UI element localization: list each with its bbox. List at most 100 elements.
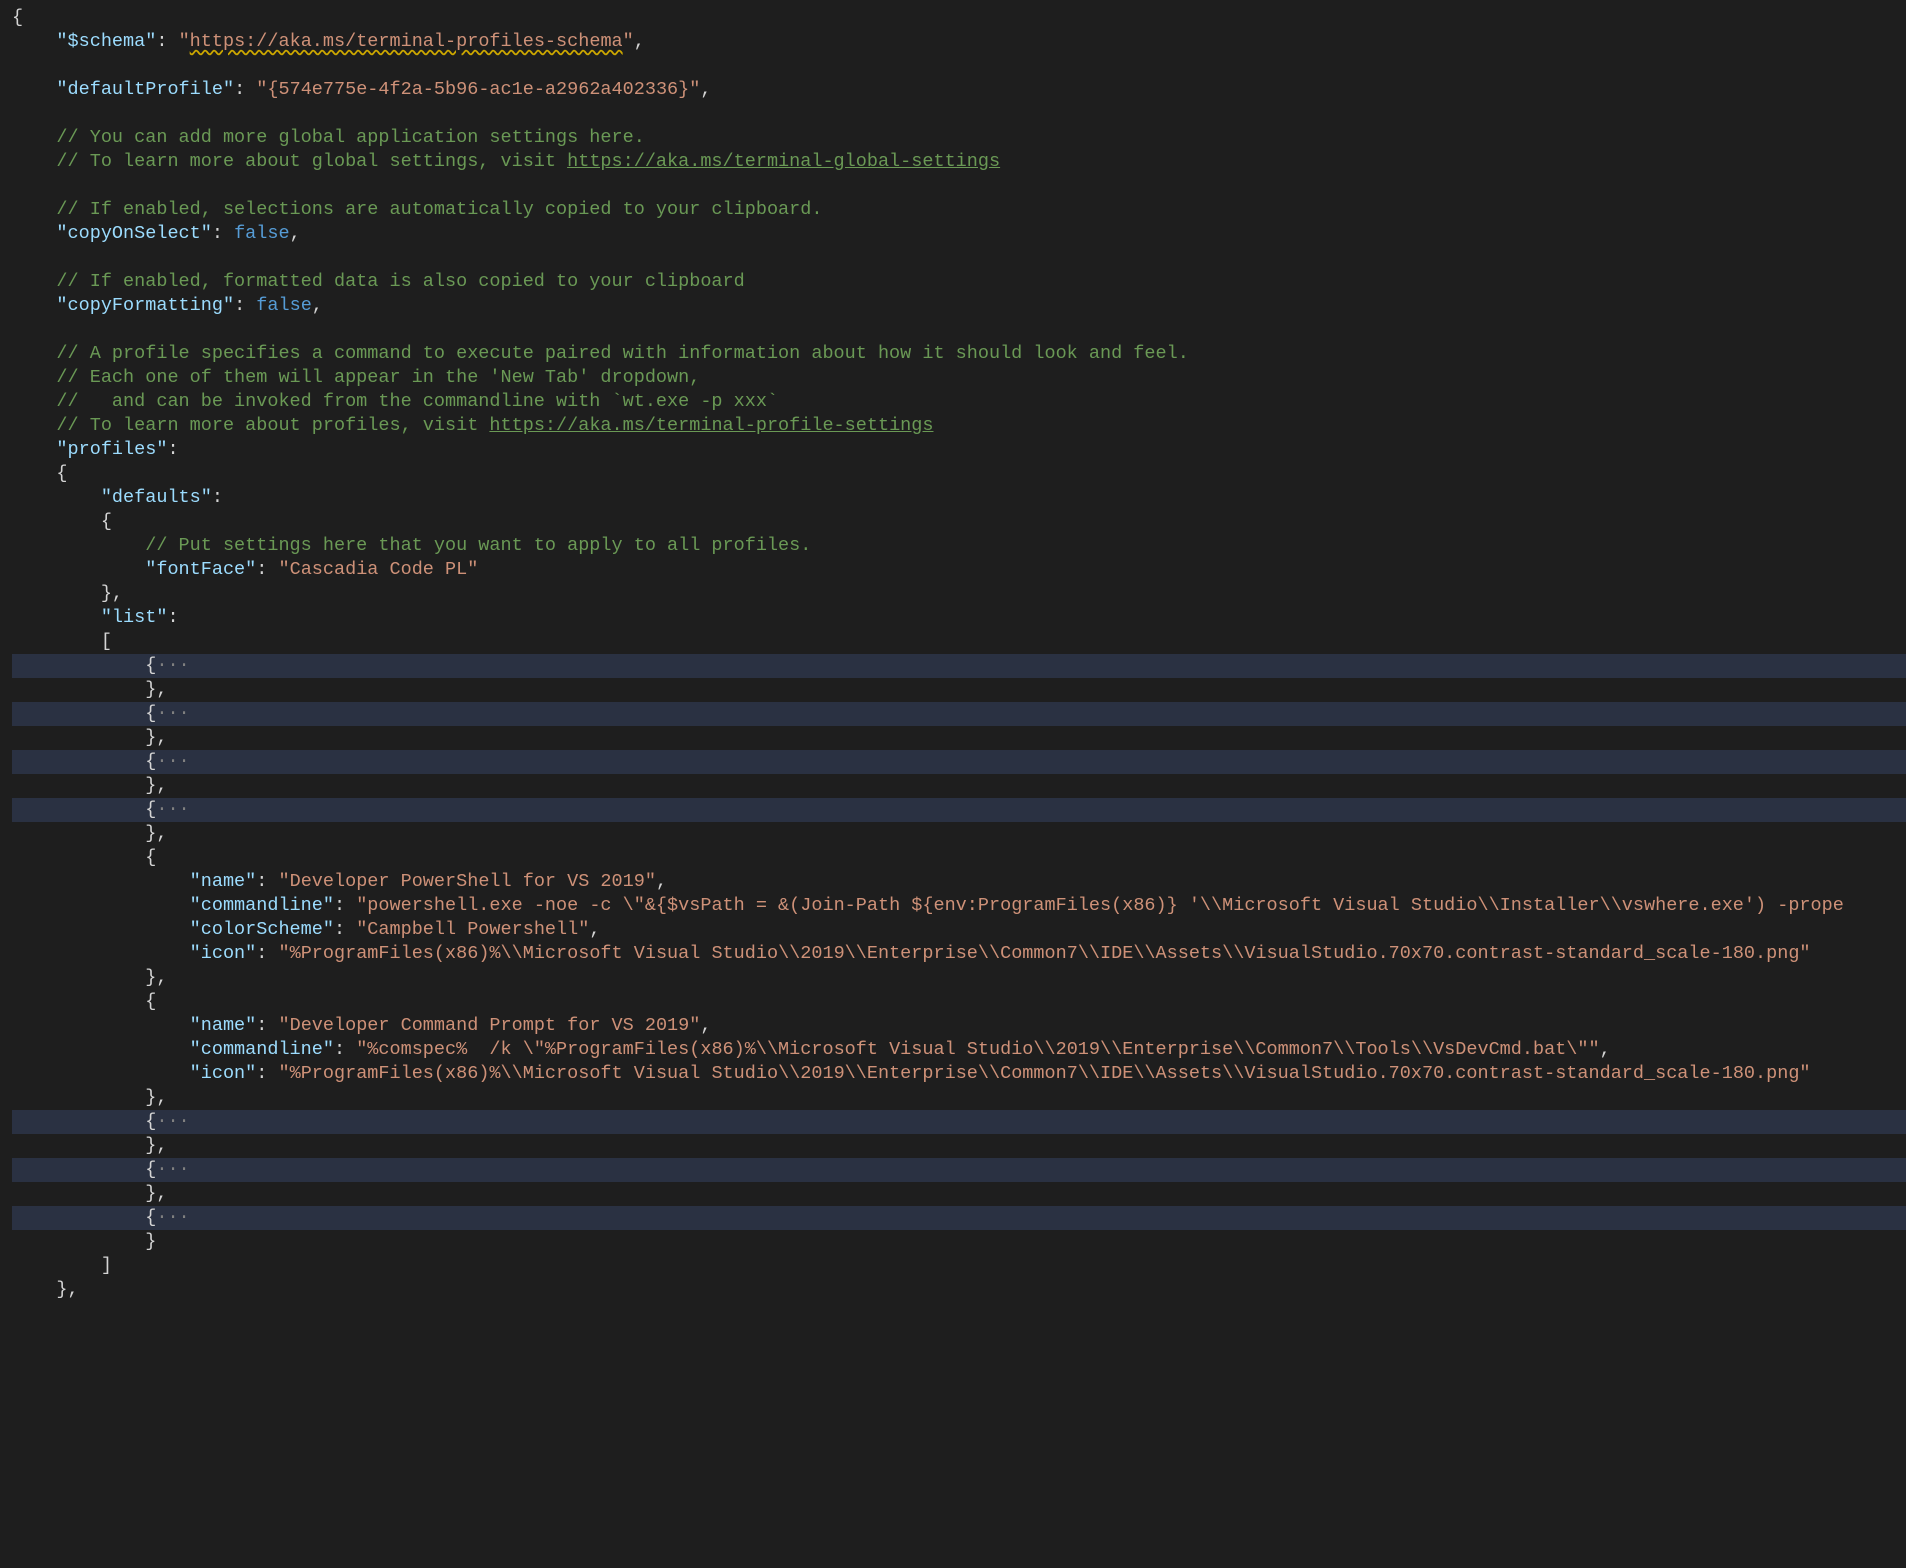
- fold-ellipsis-icon[interactable]: ···: [156, 1159, 189, 1180]
- code-line[interactable]: },: [12, 822, 1906, 846]
- fold-ellipsis-icon[interactable]: ···: [156, 703, 189, 724]
- code-line[interactable]: ]: [12, 1254, 1906, 1278]
- indent: [12, 535, 145, 556]
- code-line[interactable]: },: [12, 1086, 1906, 1110]
- json-key: "list": [101, 607, 168, 628]
- colon: :: [167, 607, 178, 628]
- fold-ellipsis-icon[interactable]: ···: [156, 799, 189, 820]
- code-line[interactable]: // To learn more about profiles, visit h…: [12, 414, 1906, 438]
- code-line[interactable]: "icon": "%ProgramFiles(x86)%\\Microsoft …: [12, 1062, 1906, 1086]
- code-line[interactable]: {: [12, 990, 1906, 1014]
- code-line[interactable]: "name": "Developer Command Prompt for VS…: [12, 1014, 1906, 1038]
- code-line[interactable]: // If enabled, selections are automatica…: [12, 198, 1906, 222]
- code-line[interactable]: },: [12, 1182, 1906, 1206]
- folded-region[interactable]: {···: [12, 1206, 1906, 1230]
- code-line[interactable]: // Put settings here that you want to ap…: [12, 534, 1906, 558]
- indent: [12, 511, 101, 532]
- comment-link[interactable]: https://aka.ms/terminal-profile-settings: [489, 415, 933, 436]
- code-line[interactable]: "colorScheme": "Campbell Powershell",: [12, 918, 1906, 942]
- colon: :: [256, 871, 278, 892]
- indent: [12, 775, 145, 796]
- code-line[interactable]: "defaults":: [12, 486, 1906, 510]
- code-line[interactable]: {: [12, 6, 1906, 30]
- code-line[interactable]: "copyFormatting": false,: [12, 294, 1906, 318]
- code-line[interactable]: {: [12, 462, 1906, 486]
- code-line[interactable]: },: [12, 582, 1906, 606]
- code-editor[interactable]: { "$schema": "https://aka.ms/terminal-pr…: [0, 0, 1906, 1342]
- indent: [12, 1063, 190, 1084]
- code-line[interactable]: // To learn more about global settings, …: [12, 150, 1906, 174]
- indent: [12, 631, 101, 652]
- code-line[interactable]: },: [12, 774, 1906, 798]
- brace-close: },: [145, 1087, 167, 1108]
- code-line[interactable]: // Each one of them will appear in the '…: [12, 366, 1906, 390]
- indent: [12, 1255, 101, 1276]
- brace-open: {: [145, 799, 156, 820]
- colon: :: [256, 559, 278, 580]
- indent: [12, 31, 56, 52]
- colon: :: [256, 1063, 278, 1084]
- json-string: "%ProgramFiles(x86)%\\Microsoft Visual S…: [278, 943, 1810, 964]
- code-line[interactable]: {: [12, 846, 1906, 870]
- brace-open: {: [145, 1159, 156, 1180]
- fold-ellipsis-icon[interactable]: ···: [156, 655, 189, 676]
- folded-region[interactable]: {···: [12, 1110, 1906, 1134]
- json-key: "copyOnSelect": [56, 223, 211, 244]
- indent: [12, 127, 56, 148]
- code-line[interactable]: "fontFace": "Cascadia Code PL": [12, 558, 1906, 582]
- fold-ellipsis-icon[interactable]: ···: [156, 751, 189, 772]
- json-string: "Developer PowerShell for VS 2019": [278, 871, 655, 892]
- indent: [12, 1111, 145, 1132]
- fold-ellipsis-icon[interactable]: ···: [156, 1207, 189, 1228]
- code-line[interactable]: "profiles":: [12, 438, 1906, 462]
- indent: [12, 967, 145, 988]
- colon: :: [212, 487, 223, 508]
- code-line[interactable]: "defaultProfile": "{574e775e-4f2a-5b96-a…: [12, 78, 1906, 102]
- brace-open: {: [145, 655, 156, 676]
- code-line[interactable]: },: [12, 1278, 1906, 1302]
- json-key: "name": [190, 1015, 257, 1036]
- code-line[interactable]: }: [12, 1230, 1906, 1254]
- indent: [12, 151, 56, 172]
- code-line[interactable]: // and can be invoked from the commandli…: [12, 390, 1906, 414]
- code-line[interactable]: "name": "Developer PowerShell for VS 201…: [12, 870, 1906, 894]
- code-line[interactable]: },: [12, 966, 1906, 990]
- indent: [12, 583, 101, 604]
- json-key: "$schema": [56, 31, 156, 52]
- code-line[interactable]: // You can add more global application s…: [12, 126, 1906, 150]
- folded-region[interactable]: {···: [12, 798, 1906, 822]
- quote: ": [179, 31, 190, 52]
- code-line[interactable]: // If enabled, formatted data is also co…: [12, 270, 1906, 294]
- code-line[interactable]: "list":: [12, 606, 1906, 630]
- folded-region[interactable]: {···: [12, 750, 1906, 774]
- code-line[interactable]: {: [12, 510, 1906, 534]
- indent: [12, 463, 56, 484]
- code-line[interactable]: "commandline": "%comspec% /k \"%ProgramF…: [12, 1038, 1906, 1062]
- code-line[interactable]: "commandline": "powershell.exe -noe -c \…: [12, 894, 1906, 918]
- schema-url-link[interactable]: https://aka.ms/terminal-profiles-schema: [190, 31, 623, 52]
- code-line[interactable]: // A profile specifies a command to exec…: [12, 342, 1906, 366]
- brace-open: {: [56, 463, 67, 484]
- code-line[interactable]: },: [12, 678, 1906, 702]
- code-line[interactable]: [: [12, 630, 1906, 654]
- folded-region[interactable]: {···: [12, 1158, 1906, 1182]
- indent: [12, 895, 190, 916]
- json-string: "Campbell Powershell": [356, 919, 589, 940]
- json-key: "icon": [190, 943, 257, 964]
- code-line[interactable]: "copyOnSelect": false,: [12, 222, 1906, 246]
- comma: ,: [1600, 1039, 1611, 1060]
- comma: ,: [700, 1015, 711, 1036]
- comment-link[interactable]: https://aka.ms/terminal-global-settings: [567, 151, 1000, 172]
- code-line[interactable]: },: [12, 1134, 1906, 1158]
- indent: [12, 271, 56, 292]
- code-line[interactable]: },: [12, 726, 1906, 750]
- fold-ellipsis-icon[interactable]: ···: [156, 1111, 189, 1132]
- brace-close: },: [145, 775, 167, 796]
- code-line[interactable]: "$schema": "https://aka.ms/terminal-prof…: [12, 30, 1906, 54]
- code-line[interactable]: "icon": "%ProgramFiles(x86)%\\Microsoft …: [12, 942, 1906, 966]
- brace-close: },: [145, 1135, 167, 1156]
- folded-region[interactable]: {···: [12, 702, 1906, 726]
- folded-region[interactable]: {···: [12, 654, 1906, 678]
- comma: ,: [656, 871, 667, 892]
- comment: // To learn more about global settings, …: [56, 151, 567, 172]
